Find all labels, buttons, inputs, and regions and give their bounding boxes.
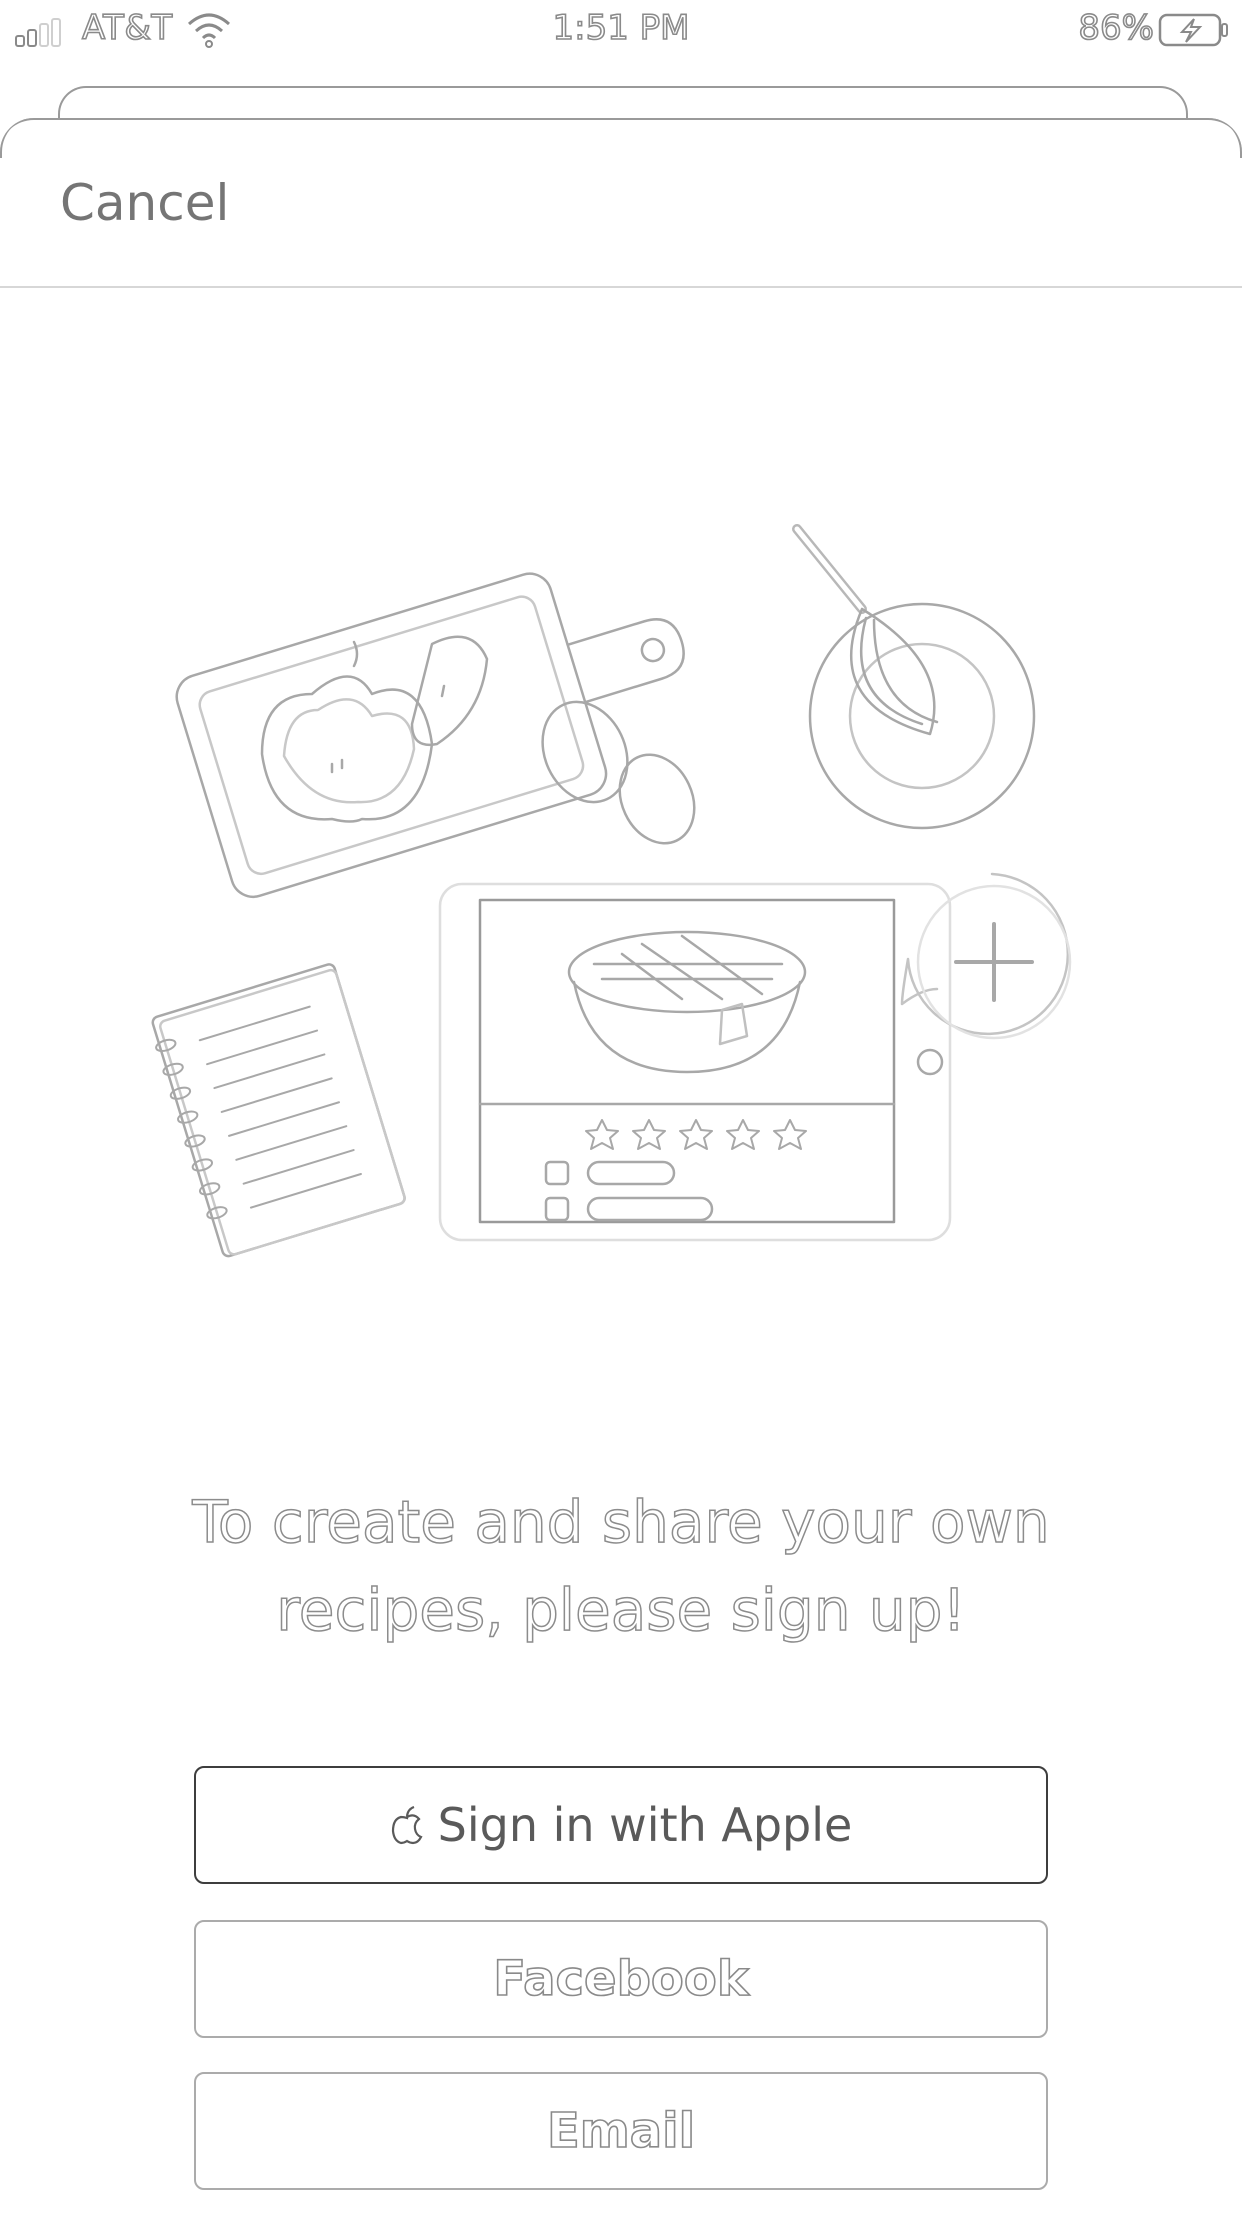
notebook-icon xyxy=(151,963,406,1258)
status-bar: AT&T 1:51 PM 86% xyxy=(0,0,1242,60)
whisk-icon xyxy=(792,524,939,736)
pie-icon xyxy=(567,930,807,1074)
tablet-icon xyxy=(438,882,952,1242)
apple-logo-icon xyxy=(391,1805,423,1845)
sign-in-with-apple-button[interactable]: Sign in with Apple xyxy=(194,1766,1048,1884)
rating-stars xyxy=(585,1119,807,1150)
egg-icon xyxy=(618,753,696,845)
sheet-edge-left xyxy=(0,118,36,158)
cancel-button[interactable]: Cancel xyxy=(60,174,229,232)
clock: 1:51 PM xyxy=(552,7,691,49)
battery-charging-icon xyxy=(1158,13,1228,47)
recipe-illustration xyxy=(151,524,1072,1258)
add-bubble-icon xyxy=(900,872,1072,1040)
email-button[interactable]: Email xyxy=(194,2072,1048,2190)
apple-button-label: Sign in with Apple xyxy=(437,1798,853,1852)
battery-percent: 86% xyxy=(1078,7,1155,49)
email-button-label: Email xyxy=(546,2102,696,2160)
apple-slice-icon xyxy=(410,635,489,747)
nav-divider xyxy=(0,286,1242,288)
facebook-button-label: Facebook xyxy=(492,1950,749,2008)
sheet-edge-right xyxy=(1206,118,1242,158)
cutting-board-icon xyxy=(175,572,685,899)
signup-prompt: To create and share your own recipes, pl… xyxy=(192,1487,1051,1645)
facebook-button[interactable]: Facebook xyxy=(194,1920,1048,2038)
